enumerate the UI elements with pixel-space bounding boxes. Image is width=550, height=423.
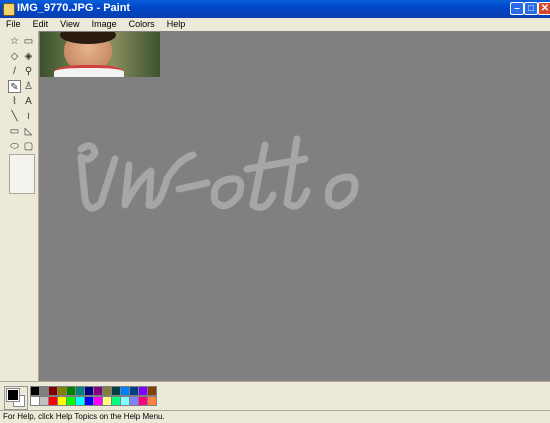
current-colors[interactable] (4, 386, 28, 410)
fill-icon[interactable]: ◈ (22, 50, 35, 63)
menu-edit[interactable]: Edit (30, 18, 52, 30)
line-icon[interactable]: ╲ (8, 110, 21, 123)
ellipse-icon[interactable]: ⬭ (8, 140, 21, 153)
polygon-icon[interactable]: ◺ (22, 125, 35, 138)
foreground-color[interactable] (6, 388, 20, 402)
watermark-signature (77, 135, 359, 212)
menu-bar: File Edit View Image Colors Help (0, 18, 550, 30)
rounded-rectangle-icon[interactable]: ▢ (22, 140, 35, 153)
menu-view[interactable]: View (57, 18, 82, 30)
menu-help[interactable]: Help (164, 18, 189, 30)
tool-options-box[interactable] (9, 154, 35, 194)
brush-icon[interactable]: ♙ (22, 80, 35, 93)
color-swatch[interactable] (147, 386, 157, 396)
menu-file[interactable]: File (3, 18, 24, 30)
minimize-button[interactable]: – (510, 2, 524, 15)
menu-image[interactable]: Image (89, 18, 120, 30)
menu-colors[interactable]: Colors (126, 18, 158, 30)
airbrush-icon[interactable]: ⌇ (8, 95, 21, 108)
photo-image[interactable] (40, 32, 160, 77)
color-palette (0, 381, 550, 411)
toolbox: ☆ ▭ ◇ ◈ / ⚲ ✎ ♙ ⌇ A ╲ ≀ ▭ ◺ ⬭ ▢ (0, 31, 39, 381)
free-form-select-icon[interactable]: ☆ (8, 35, 21, 48)
text-icon[interactable]: A (22, 95, 35, 108)
pick-color-icon[interactable]: / (8, 65, 21, 78)
color-swatch[interactable] (147, 396, 157, 406)
status-bar: For Help, click Help Topics on the Help … (0, 410, 550, 423)
canvas-area[interactable] (39, 31, 550, 381)
window-title: IMG_9770.JPG - Paint (17, 2, 131, 14)
eraser-icon[interactable]: ◇ (8, 50, 21, 63)
pencil-icon[interactable]: ✎ (8, 80, 21, 93)
shirt (54, 65, 124, 77)
select-icon[interactable]: ▭ (22, 35, 35, 48)
curve-icon[interactable]: ≀ (22, 110, 35, 123)
maximize-button[interactable]: □ (524, 2, 538, 15)
status-text: For Help, click Help Topics on the Help … (3, 412, 165, 421)
magnifier-icon[interactable]: ⚲ (22, 65, 35, 78)
paint-app-icon[interactable] (3, 3, 15, 16)
rectangle-icon[interactable]: ▭ (8, 125, 21, 138)
close-button[interactable]: ✕ (538, 2, 550, 15)
title-bar: IMG_9770.JPG - Paint – □ ✕ (0, 0, 550, 18)
